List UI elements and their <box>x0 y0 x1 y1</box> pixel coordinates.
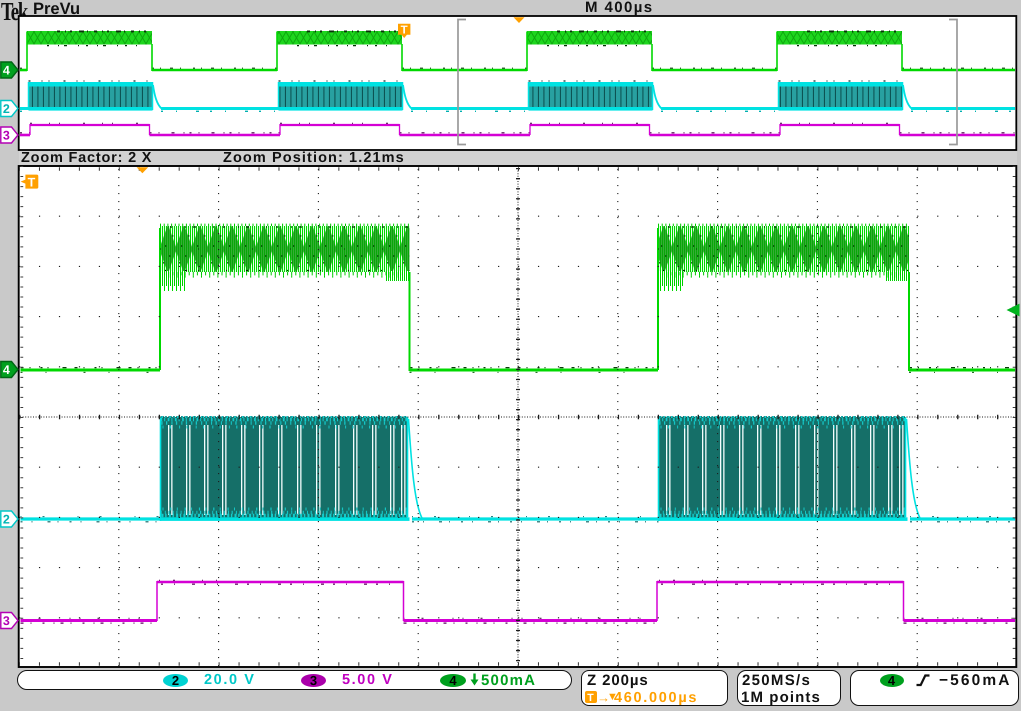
svg-text:T: T <box>28 176 36 190</box>
svg-text:4: 4 <box>3 64 10 78</box>
svg-text:4: 4 <box>3 363 10 377</box>
svg-text:3: 3 <box>3 129 10 143</box>
svg-text:2: 2 <box>3 513 10 527</box>
svg-text:3: 3 <box>3 614 10 628</box>
svg-text:2: 2 <box>3 102 10 116</box>
svg-text:T: T <box>401 25 408 37</box>
